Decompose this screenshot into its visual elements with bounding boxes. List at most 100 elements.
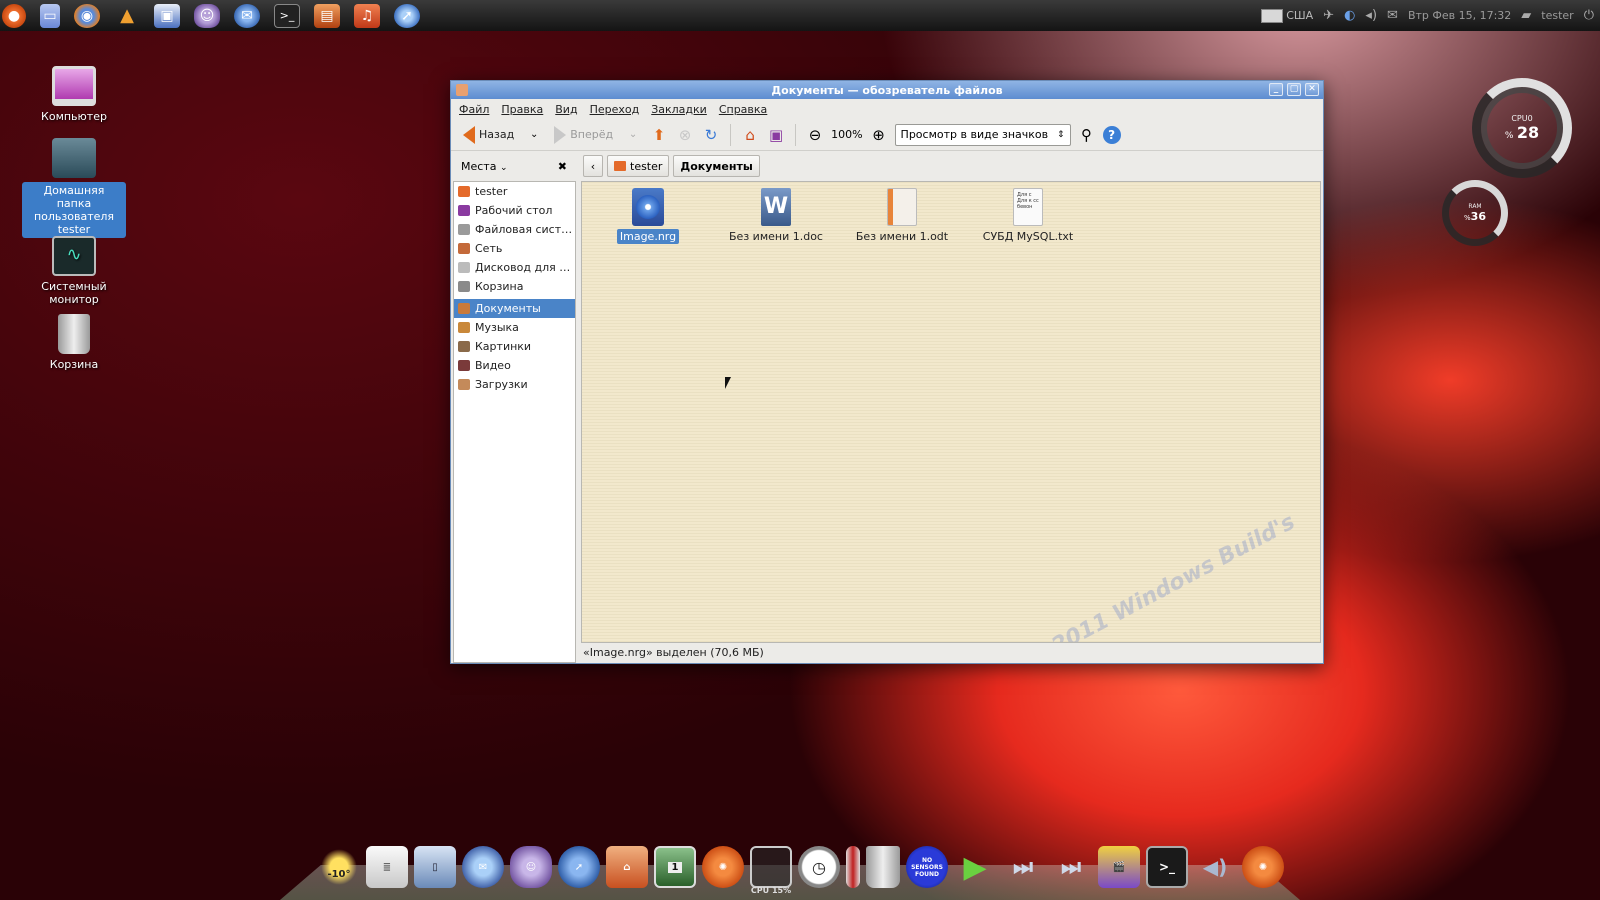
breadcrumb-tester[interactable]: tester [607, 155, 670, 177]
file-item[interactable]: W Без имени 1.doc [716, 188, 836, 243]
home-icon[interactable]: ⌂ [740, 125, 760, 145]
web-browser-icon[interactable]: ➚ [394, 3, 420, 28]
files-icon[interactable]: ▭ [40, 3, 60, 28]
file-item[interactable]: Для с Для к сс бевон СУБД MySQL.txt [968, 188, 1088, 243]
network-icon[interactable]: ✈ [1323, 8, 1334, 23]
sidebar-item[interactable]: Дисковод для … [454, 258, 575, 277]
keyboard-layout-indicator[interactable]: США [1260, 8, 1313, 23]
thermometer-icon[interactable] [846, 846, 860, 888]
search-icon[interactable]: ⚲ [1077, 125, 1097, 145]
menu-bookmarks[interactable]: Закладки [651, 103, 707, 116]
ubuntu-icon[interactable]: ✺ [1242, 846, 1284, 888]
sidebar-item[interactable]: Корзина [454, 277, 575, 296]
home-folder-icon [52, 138, 96, 178]
text-editor-icon[interactable]: ≣ [366, 846, 408, 888]
sidebar-item[interactable]: tester [454, 182, 575, 201]
close-button[interactable]: ✕ [1305, 83, 1319, 96]
view-mode-select[interactable]: Просмотр в виде значков ⇕ [894, 123, 1071, 146]
menu-edit[interactable]: Правка [501, 103, 543, 116]
minimize-button[interactable]: _ [1269, 83, 1283, 96]
sidebar-item[interactable]: Документы [454, 299, 575, 318]
web-browser-icon[interactable]: ➚ [558, 846, 600, 888]
place-icon [458, 186, 470, 197]
cpu-monitor-icon[interactable]: CPU 15% [750, 846, 792, 895]
places-header[interactable]: Места ⌄ ✖ [451, 160, 575, 173]
zoom-in-icon[interactable]: ⊕ [869, 125, 889, 145]
power-icon[interactable]: ⏻ [1584, 8, 1594, 23]
firefox-icon[interactable]: ◉ [74, 3, 100, 28]
sensors-icon[interactable]: NO SENSORS FOUND [906, 846, 948, 888]
thunderbird-icon[interactable]: ✉ [234, 3, 260, 28]
play-icon[interactable]: ▶ [954, 846, 996, 888]
pidgin-icon[interactable]: ☺ [194, 3, 220, 28]
back-button[interactable]: Назад [459, 123, 518, 147]
file-item[interactable]: Image.nrg [588, 188, 708, 244]
breadcrumb-back-button[interactable]: ‹ [583, 155, 603, 177]
forward-button[interactable]: Вперёд [550, 123, 617, 147]
vlc-icon[interactable]: ▲ [114, 4, 140, 28]
place-icon [458, 322, 470, 333]
archive-icon[interactable]: ▤ [314, 3, 340, 28]
sidebar-item[interactable]: Сеть [454, 239, 575, 258]
user-menu[interactable]: tester [1541, 9, 1573, 22]
maximize-button[interactable]: ▢ [1287, 83, 1301, 96]
cpu-gauge: CPU0 % 28 [1472, 78, 1572, 178]
desktop-icon-computer[interactable]: Компьютер [22, 66, 126, 123]
terminal-icon[interactable]: >_ [274, 3, 300, 28]
sidebar-item-label: Дисковод для … [475, 261, 571, 274]
help-icon[interactable]: ? [1102, 125, 1121, 144]
sidebar-item[interactable]: Видео [454, 356, 575, 375]
clock[interactable]: Втр Фев 15, 17:32 [1408, 9, 1511, 22]
reload-icon[interactable]: ↻ [701, 125, 721, 145]
trash-icon[interactable] [866, 846, 900, 888]
close-sidebar-icon[interactable]: ✖ [558, 160, 567, 173]
menu-view[interactable]: Вид [555, 103, 577, 116]
menu-help[interactable]: Справка [719, 103, 767, 116]
system-monitor-icon: ∿ [52, 236, 96, 276]
floppy-icon[interactable]: ▯ [414, 846, 456, 888]
stop-icon[interactable]: ⊗ [675, 125, 695, 145]
home-folder-icon[interactable]: ⌂ [606, 846, 648, 888]
desktop-icon-system-monitor[interactable]: ∿ Системный монитор [22, 236, 126, 306]
workspace-switcher-icon[interactable]: 1 [654, 846, 696, 888]
pidgin-icon[interactable]: ☺ [510, 846, 552, 888]
volume-icon[interactable]: ◀) [1194, 846, 1236, 888]
sidebar-item[interactable]: Файловая сист… [454, 220, 575, 239]
sidebar-item[interactable]: Музыка [454, 318, 575, 337]
top-panel: ● ▭ ◉ ▲ ▣ ☺ ✉ >_ ▤ ♫ ➚ США ✈ ◐ ◂) ✉ Втр … [0, 0, 1600, 31]
up-icon[interactable]: ⬆ [649, 125, 669, 145]
file-view[interactable]: Image.nrg W Без имени 1.doc Без имени 1.… [581, 181, 1321, 643]
desktop-icon-trash[interactable]: Корзина [22, 314, 126, 371]
zoom-level[interactable]: 100% [831, 128, 862, 141]
back-history-dropdown[interactable]: ⌄ [524, 125, 544, 145]
skip-forward-icon[interactable]: ⏭ [1050, 846, 1092, 888]
breadcrumb-documents[interactable]: Документы [673, 155, 760, 177]
clementine-icon[interactable]: ♫ [354, 3, 380, 28]
update-icon[interactable]: ◐ [1344, 8, 1355, 23]
video-editor-icon[interactable]: 🎬 [1098, 846, 1140, 888]
sidebar-item[interactable]: Загрузки [454, 375, 575, 394]
ubuntu-icon[interactable]: ✺ [702, 846, 744, 888]
desktop-icon-home[interactable]: Домашняя папка пользователя tester [22, 138, 126, 238]
forward-history-dropdown[interactable]: ⌄ [623, 125, 643, 145]
thunderbird-icon[interactable]: ✉ [462, 846, 504, 888]
menu-go[interactable]: Переход [590, 103, 640, 116]
mail-icon[interactable]: ✉ [1387, 8, 1398, 23]
computer-icon[interactable]: ▣ [766, 125, 786, 145]
zoom-out-icon[interactable]: ⊖ [805, 125, 825, 145]
file-item[interactable]: Без имени 1.odt [842, 188, 962, 243]
chat-icon[interactable]: ▰ [1521, 8, 1531, 23]
ubuntu-menu-icon[interactable]: ● [2, 3, 26, 28]
watermark: ©2011 Windows Build's [1027, 509, 1299, 643]
menu-file[interactable]: Файл [459, 103, 489, 116]
window-titlebar[interactable]: Документы — обозреватель файлов _ ▢ ✕ [451, 81, 1323, 99]
clock-icon[interactable]: ◷ [798, 846, 840, 888]
file-manager-window[interactable]: Документы — обозреватель файлов _ ▢ ✕ Фа… [450, 80, 1324, 664]
sidebar-item[interactable]: Рабочий стол [454, 201, 575, 220]
sidebar-item[interactable]: Картинки [454, 337, 575, 356]
next-track-icon[interactable]: ⏭ [1002, 846, 1044, 888]
volume-icon[interactable]: ◂) [1365, 8, 1377, 23]
image-viewer-icon[interactable]: ▣ [154, 3, 180, 28]
weather-icon[interactable]: -10° [318, 846, 360, 888]
terminal-icon[interactable]: >_ [1146, 846, 1188, 888]
